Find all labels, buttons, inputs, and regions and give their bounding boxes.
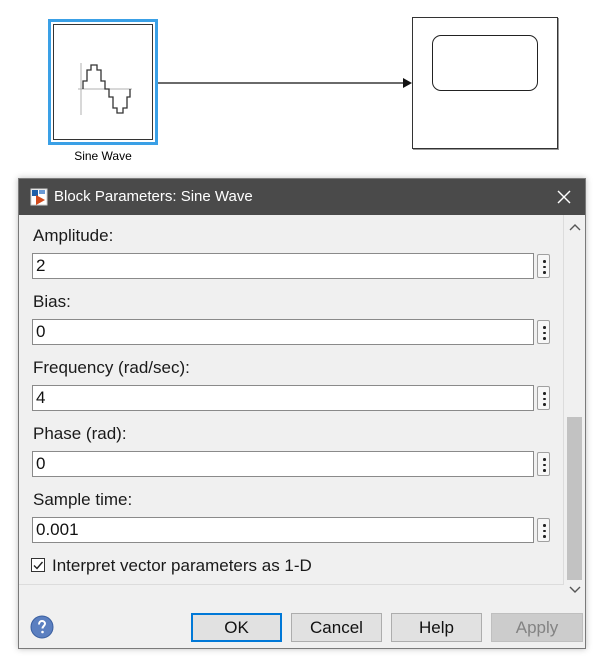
amplitude-field[interactable]	[32, 253, 534, 279]
simulink-canvas: Sine Wave Block Parameters: Sine Wave Am…	[0, 0, 609, 670]
help-icon[interactable]	[30, 615, 54, 639]
sample-time-field[interactable]	[32, 517, 534, 543]
scope-icon	[432, 35, 538, 91]
amplitude-more-options-icon[interactable]	[537, 254, 550, 278]
vertical-scrollbar[interactable]	[565, 215, 585, 601]
ok-button[interactable]: OK	[191, 613, 282, 642]
frequency-more-options-icon[interactable]	[537, 386, 550, 410]
phase-label: Phase (rad):	[33, 424, 127, 443]
sample-time-label: Sample time:	[33, 490, 133, 509]
close-icon[interactable]	[553, 186, 575, 208]
amplitude-label: Amplitude:	[33, 226, 114, 245]
frequency-label: Frequency (rad/sec):	[33, 358, 190, 377]
bias-more-options-icon[interactable]	[537, 320, 550, 344]
bias-field[interactable]	[32, 319, 534, 345]
apply-button[interactable]: Apply	[491, 613, 583, 642]
scope-block[interactable]	[412, 17, 558, 149]
frequency-field[interactable]	[32, 385, 534, 411]
interpret-vector-checkbox-label: Interpret vector parameters as 1-D	[52, 556, 312, 575]
simulink-block-icon	[30, 188, 48, 206]
phase-more-options-icon[interactable]	[537, 452, 550, 476]
dialog-title: Block Parameters: Sine Wave	[54, 188, 253, 205]
block-parameters-dialog: Block Parameters: Sine Wave Amplitude: B…	[18, 178, 586, 649]
sample-time-more-options-icon[interactable]	[537, 518, 550, 542]
chevron-down-icon[interactable]	[565, 581, 585, 599]
bias-label: Bias:	[33, 292, 71, 311]
checkmark-icon	[33, 561, 44, 570]
dialog-titlebar[interactable]: Block Parameters: Sine Wave	[19, 179, 585, 215]
scrollbar-thumb[interactable]	[567, 417, 582, 580]
interpret-vector-checkbox[interactable]	[31, 558, 45, 572]
chevron-up-icon[interactable]	[565, 218, 585, 236]
help-button[interactable]: Help	[391, 613, 482, 642]
parameters-panel: Amplitude: Bias: Frequency (rad/sec): Ph…	[19, 215, 564, 583]
cancel-button[interactable]: Cancel	[291, 613, 382, 642]
phase-field[interactable]	[32, 451, 534, 477]
